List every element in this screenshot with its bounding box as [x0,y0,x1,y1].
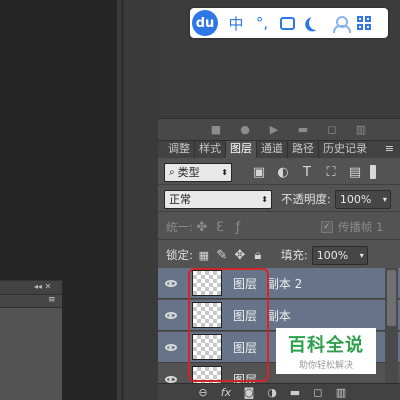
panel-tabs: 调整 样式 图层 通道 路径 历史记录 ≡ [158,140,400,158]
ime-toolbar: du 中 °, [190,8,388,38]
tab-paths[interactable]: 路径 [288,141,319,158]
link-icon[interactable]: ⊖ [196,386,210,399]
visibility-eye-icon[interactable] [158,375,184,383]
folder-icon[interactable]: ▬ [297,123,309,136]
watermark-subtitle: 助你轻松解决 [298,361,353,371]
upper-dock: du 中 °, [158,0,400,118]
scrollbar-thumb[interactable] [387,270,396,326]
baidu-ime-logo[interactable]: du [192,10,218,36]
grid-icon[interactable] [357,16,371,30]
layer-name: 图层 [233,372,258,384]
moon-icon[interactable] [307,14,325,32]
watermark-title: 百科全说 [288,335,364,356]
filter-row: ⌕ 类型 ⬍ ▣ ◐ T ⛶ ▤ [158,161,400,183]
divider [158,211,400,212]
layer-thumbnail [192,334,222,360]
type-filter-icon[interactable]: T [300,165,314,180]
visibility-eye-icon[interactable] [158,311,184,319]
layer-thumbnail [192,270,222,296]
tab-adjustments[interactable]: 调整 [164,141,195,158]
play-icon[interactable]: ▶ [268,123,280,136]
layer-name: 图层 [233,340,258,355]
panel-menu-icon[interactable]: ≡ [385,142,394,155]
watermark: 百科全说 助你轻松解决 [276,328,376,374]
divider [158,239,400,240]
search-icon: ⌕ [169,166,175,178]
unify-style-icon[interactable]: ƒ [231,220,245,235]
lock-transparency-icon[interactable]: ▦ [197,249,211,262]
visibility-eye-icon[interactable] [158,279,184,287]
lock-pixels-icon[interactable]: ✎ [215,248,229,263]
blend-mode-value: 正常 [169,193,191,206]
lock-position-icon[interactable]: ✥ [233,248,247,263]
collapsed-panel: ◂◂ ✕ ≡ [0,280,62,400]
layer-row[interactable]: 图层 副本 2 [158,268,400,299]
filter-toggle[interactable] [370,165,376,179]
layer-name: 图层 副本 [233,308,291,323]
tab-layers[interactable]: 图层 [226,141,257,158]
dropdown-arrow-icon: ⬍ [261,194,268,204]
new-item-icon[interactable]: ◻ [326,123,338,136]
adjustment-filter-icon[interactable]: ◐ [276,165,290,180]
ime-punctuation-toggle[interactable]: °, [254,14,270,32]
dropdown-arrow-icon: ▾ [382,194,387,204]
panel-menu-icon[interactable]: ≡ [48,295,56,305]
fill-label: 填充: [280,248,308,262]
unify-position-icon[interactable]: ✤ [195,220,209,235]
folder-icon[interactable]: ▬ [288,386,302,399]
mask-icon[interactable]: ◙ [242,386,256,399]
layer-filter-select[interactable]: ⌕ 类型 ⬍ [164,162,232,182]
collapsed-panel-tabbar: ≡ [0,295,62,308]
ime-language-toggle[interactable]: 中 [228,13,244,34]
shape-filter-icon[interactable]: ⛶ [324,165,338,180]
layer-thumbnail [192,302,222,328]
unify-visibility-icon[interactable]: ℇ [213,220,227,235]
trash-icon[interactable]: ▥ [334,386,348,399]
toolbox-icon[interactable] [280,16,295,30]
blend-row: 正常 ⬍ 不透明度: 100% ▾ [158,188,400,210]
tab-styles[interactable]: 样式 [195,141,226,158]
dropdown-arrow-icon: ⬍ [221,167,228,177]
tab-history[interactable]: 历史记录 [319,141,371,158]
unify-label: 统一: [166,220,193,234]
layer-filter-value: 类型 [177,166,200,179]
propagate-checkbox[interactable]: ✓ [320,221,333,233]
collapsed-panel-header: ◂◂ ✕ [0,281,62,295]
opacity-value: 100% [339,192,372,206]
opacity-input[interactable]: 100% ▾ [334,189,391,209]
tab-channels[interactable]: 通道 [257,141,288,158]
fill-input[interactable]: 100% ▾ [311,245,368,265]
propagate-label: 传播帧 1 [337,220,384,234]
layer-scrollbar[interactable] [385,268,398,384]
trash-icon[interactable]: ▥ [355,123,367,136]
dropdown-arrow-icon: ▾ [359,250,364,260]
stop-icon[interactable]: ■ [210,123,222,136]
pixel-filter-icon[interactable]: ▣ [252,165,266,180]
layer-name: 图层 副本 2 [233,276,303,291]
user-icon[interactable] [333,15,351,33]
fill-value: 100% [316,248,349,262]
record-icon[interactable]: ● [239,123,251,136]
divider [158,184,400,185]
layer-row[interactable]: 图层 副本 [158,300,400,331]
lock-row: 锁定: ▦ ✎ ✥ 🔒︎ 填充: 100% ▾ [158,244,400,266]
layers-bottom-toolbar: ⊖ fx ◙ ◑ ▬ ◻ ▥ [158,383,400,400]
fx-icon[interactable]: fx [219,386,233,399]
visibility-eye-icon[interactable] [158,343,184,351]
canvas-seam [121,0,124,400]
opacity-label: 不透明度: [281,192,331,206]
blend-mode-select[interactable]: 正常 ⬍ [164,189,272,209]
unify-row: 统一: ✤ ℇ ƒ ✓ 传播帧 1 [158,216,400,238]
smart-object-filter-icon[interactable]: ▤ [348,165,362,180]
collapse-arrows-icon[interactable]: ◂◂ ✕ [34,282,51,291]
adjustment-icon[interactable]: ◑ [265,386,279,399]
upper-panel-toolbar: ■ ● ▶ ▬ ◻ ▥ [158,118,400,140]
layer-thumbnail [192,366,222,383]
lock-label: 锁定: [166,248,193,262]
new-layer-icon[interactable]: ◻ [311,386,325,399]
lock-all-icon[interactable]: 🔒︎ [251,248,265,263]
